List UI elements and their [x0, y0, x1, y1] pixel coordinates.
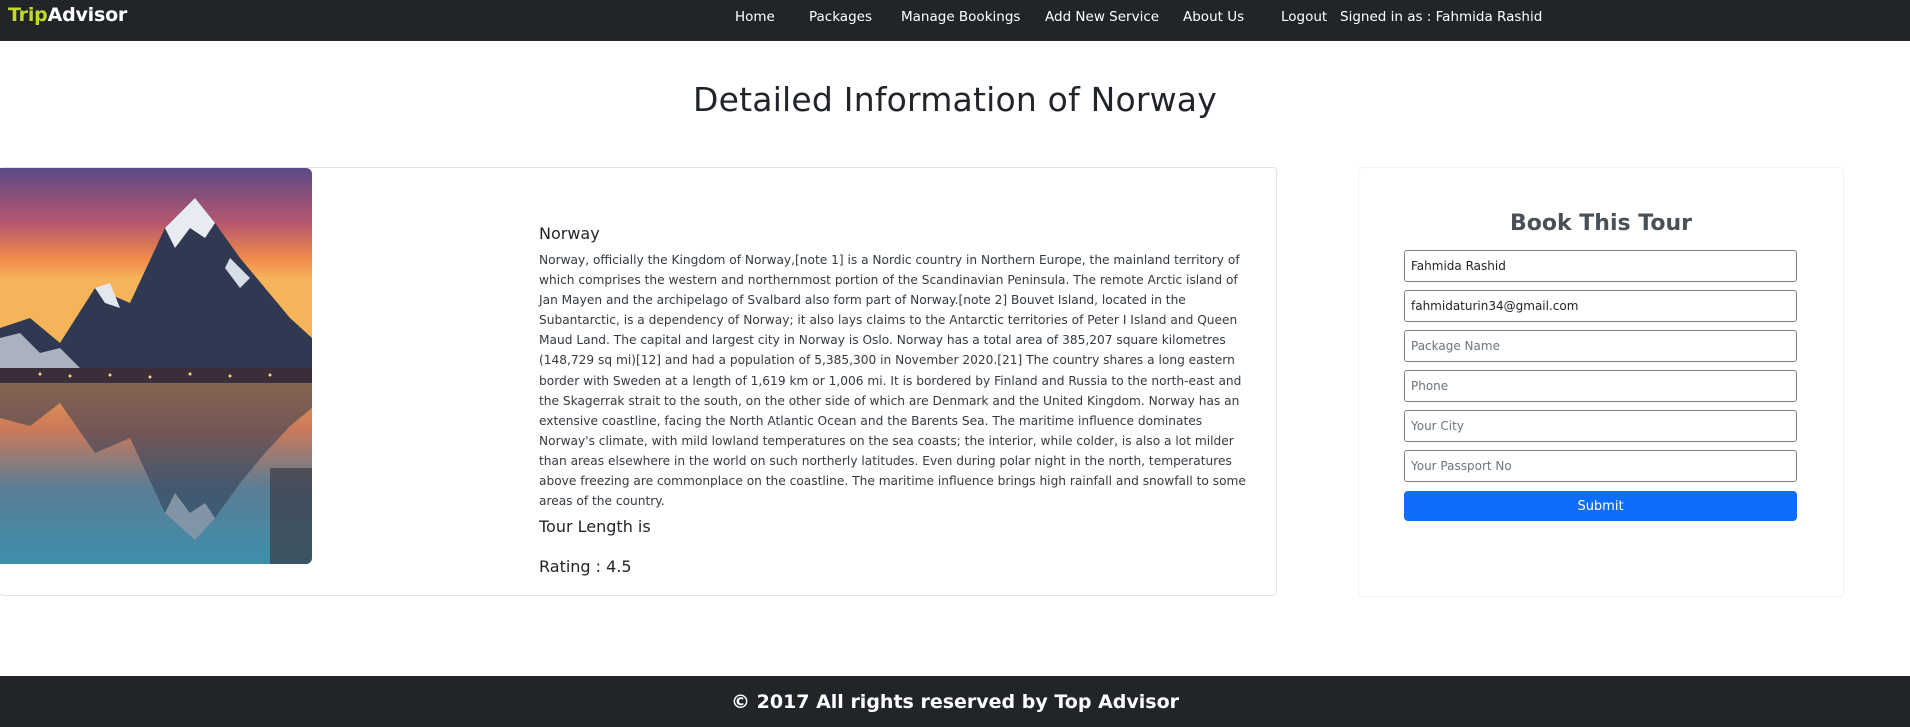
city-field[interactable]	[1404, 410, 1797, 442]
footer: © 2017 All rights reserved by Top Adviso…	[0, 676, 1910, 727]
tour-length: Tour Length is	[539, 517, 651, 536]
nav-packages[interactable]: Packages	[809, 9, 872, 25]
page-title: Detailed Information of Norway	[693, 80, 1217, 119]
brand-logo-part2: Advisor	[47, 4, 128, 26]
booking-card: Book This Tour Submit	[1358, 167, 1844, 597]
email-field[interactable]	[1404, 290, 1797, 322]
place-description: Norway, officially the Kingdom of Norway…	[539, 253, 1246, 509]
nav-manage-bookings[interactable]: Manage Bookings	[901, 9, 1020, 25]
norway-photo	[0, 168, 312, 564]
brand-logo[interactable]: TripAdvisor	[8, 4, 127, 26]
nav-about-us[interactable]: About Us	[1183, 9, 1244, 25]
footer-copyright: © 2017 All rights reserved by Top Adviso…	[730, 691, 1180, 713]
booking-title: Book This Tour	[1510, 211, 1692, 236]
submit-button[interactable]: Submit	[1404, 491, 1797, 521]
package-name-field[interactable]	[1404, 330, 1797, 362]
place-name: Norway	[539, 224, 600, 243]
phone-field[interactable]	[1404, 370, 1797, 402]
nav-home[interactable]: Home	[735, 9, 775, 25]
brand-logo-part1: Trip	[8, 4, 48, 26]
place-detail-card: Norway Norway, officially the Kingdom of…	[0, 167, 1277, 596]
nav-logout[interactable]: Logout	[1281, 9, 1327, 25]
name-field[interactable]	[1404, 250, 1797, 282]
signed-in-status: Signed in as : Fahmida Rashid	[1340, 9, 1543, 25]
rating: Rating : 4.5	[539, 557, 632, 576]
nav-add-new-service[interactable]: Add New Service	[1045, 9, 1159, 25]
top-navbar: TripAdvisor Home Packages Manage Booking…	[0, 0, 1910, 41]
passport-field[interactable]	[1404, 450, 1797, 482]
